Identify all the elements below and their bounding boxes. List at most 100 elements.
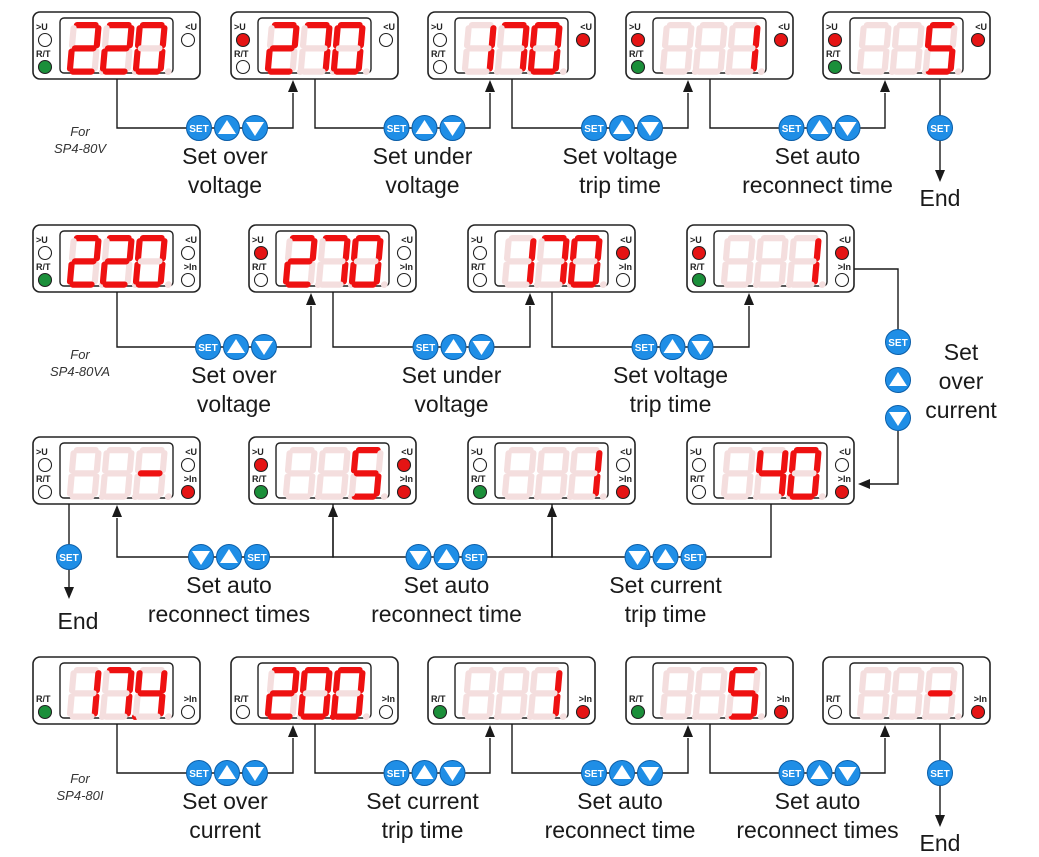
indicator-led <box>472 245 488 261</box>
indicator-led <box>472 484 488 500</box>
down-button <box>834 115 861 141</box>
segment-g <box>894 690 920 697</box>
set-button: SET <box>56 544 82 570</box>
arrow-head <box>858 479 870 489</box>
down-button <box>242 115 268 141</box>
segment-g <box>335 690 361 697</box>
arrow-head <box>64 587 74 599</box>
controller-display: R/T >In <box>625 656 794 725</box>
indicator-led <box>834 457 850 473</box>
indicator-label: >U <box>431 22 443 32</box>
indicator-label: R/T <box>36 474 51 484</box>
segment-a <box>863 22 889 29</box>
arrow-head <box>306 293 316 305</box>
segment-d <box>464 68 490 75</box>
controller-display: >U R/T <U >In <box>248 224 417 293</box>
segment-a <box>508 235 534 242</box>
segment-d <box>662 713 688 720</box>
segment-a <box>139 22 165 29</box>
indicator-label: <U <box>383 22 395 32</box>
segment-g <box>137 45 163 52</box>
segment-d <box>333 68 359 75</box>
indicator-label: R/T <box>36 49 51 59</box>
indicator-label: R/T <box>431 49 446 59</box>
set-button: SET <box>927 760 953 786</box>
indicator-label: <U <box>839 235 851 245</box>
segment-g <box>725 258 751 265</box>
set-button-label: SET <box>198 343 217 354</box>
segment-g <box>791 470 817 477</box>
down-button <box>834 760 861 786</box>
arrow-head <box>525 293 535 305</box>
indicator-led <box>773 704 789 720</box>
indicator-label: R/T <box>690 262 705 272</box>
set-button-label: SET <box>59 553 78 564</box>
indicator-led <box>253 272 269 288</box>
segment-g <box>104 258 130 265</box>
segment-d <box>504 281 530 288</box>
segment-d <box>537 493 563 500</box>
segment-a <box>355 235 381 242</box>
segment-g <box>335 45 361 52</box>
segment-g <box>697 690 723 697</box>
segment-a <box>727 447 753 454</box>
controller-display: >U R/T <U <box>230 11 399 80</box>
segment-d <box>318 281 344 288</box>
segment-g <box>466 45 492 52</box>
indicator-led <box>180 704 196 720</box>
up-button <box>609 760 635 786</box>
set-button-label: SET <box>189 769 208 780</box>
segment-d <box>892 713 918 720</box>
indicator-led <box>575 704 591 720</box>
segment-a <box>139 447 165 454</box>
indicator-label: R/T <box>234 49 249 59</box>
up-button <box>440 334 467 360</box>
up-button <box>411 760 438 786</box>
segment-a <box>468 22 494 29</box>
arrow-head <box>288 80 298 92</box>
indicator-label: R/T <box>826 49 841 59</box>
segment-d <box>504 493 530 500</box>
indicator-led <box>630 32 646 48</box>
segment-g <box>861 690 887 697</box>
segment-g <box>353 258 379 265</box>
indicator-led <box>827 32 843 48</box>
set-button: SET <box>778 115 805 141</box>
segment-d <box>135 68 161 75</box>
indicator-label: R/T <box>471 474 486 484</box>
controller-display: R/T >In <box>32 656 201 725</box>
segment-g <box>137 470 163 477</box>
segment-g <box>894 45 920 52</box>
set-button-label: SET <box>930 124 949 135</box>
indicator-led <box>180 484 196 500</box>
indicator-label: >U <box>234 22 246 32</box>
indicator-led <box>396 245 412 261</box>
controller-display: >U R/T <U <box>822 11 991 80</box>
segment-g <box>71 258 97 265</box>
indicator-led <box>37 272 53 288</box>
segment-a <box>727 235 753 242</box>
up-button <box>214 760 240 786</box>
segment-g <box>104 690 130 697</box>
segment-g <box>269 690 295 697</box>
controller-display: >U R/T <U >In <box>686 436 855 505</box>
segment-d <box>723 493 749 500</box>
segment-a <box>501 667 527 674</box>
segment-d <box>695 68 721 75</box>
indicator-label: <U <box>401 235 413 245</box>
segment-d <box>530 68 556 75</box>
segment-g <box>927 690 953 697</box>
indicator-label: R/T <box>471 262 486 272</box>
indicator-led <box>615 245 631 261</box>
segment-a <box>73 235 99 242</box>
segment-g <box>730 45 756 52</box>
indicator-label: R/T <box>826 694 841 704</box>
controller-display: >U R/T <U >In <box>32 436 201 505</box>
segment-a <box>73 22 99 29</box>
segment-a <box>732 22 758 29</box>
indicator-label: >In <box>400 474 413 484</box>
indicator-led <box>834 245 850 261</box>
indicator-label: <U <box>185 447 197 457</box>
connector-line <box>854 268 899 329</box>
segment-g <box>572 258 598 265</box>
